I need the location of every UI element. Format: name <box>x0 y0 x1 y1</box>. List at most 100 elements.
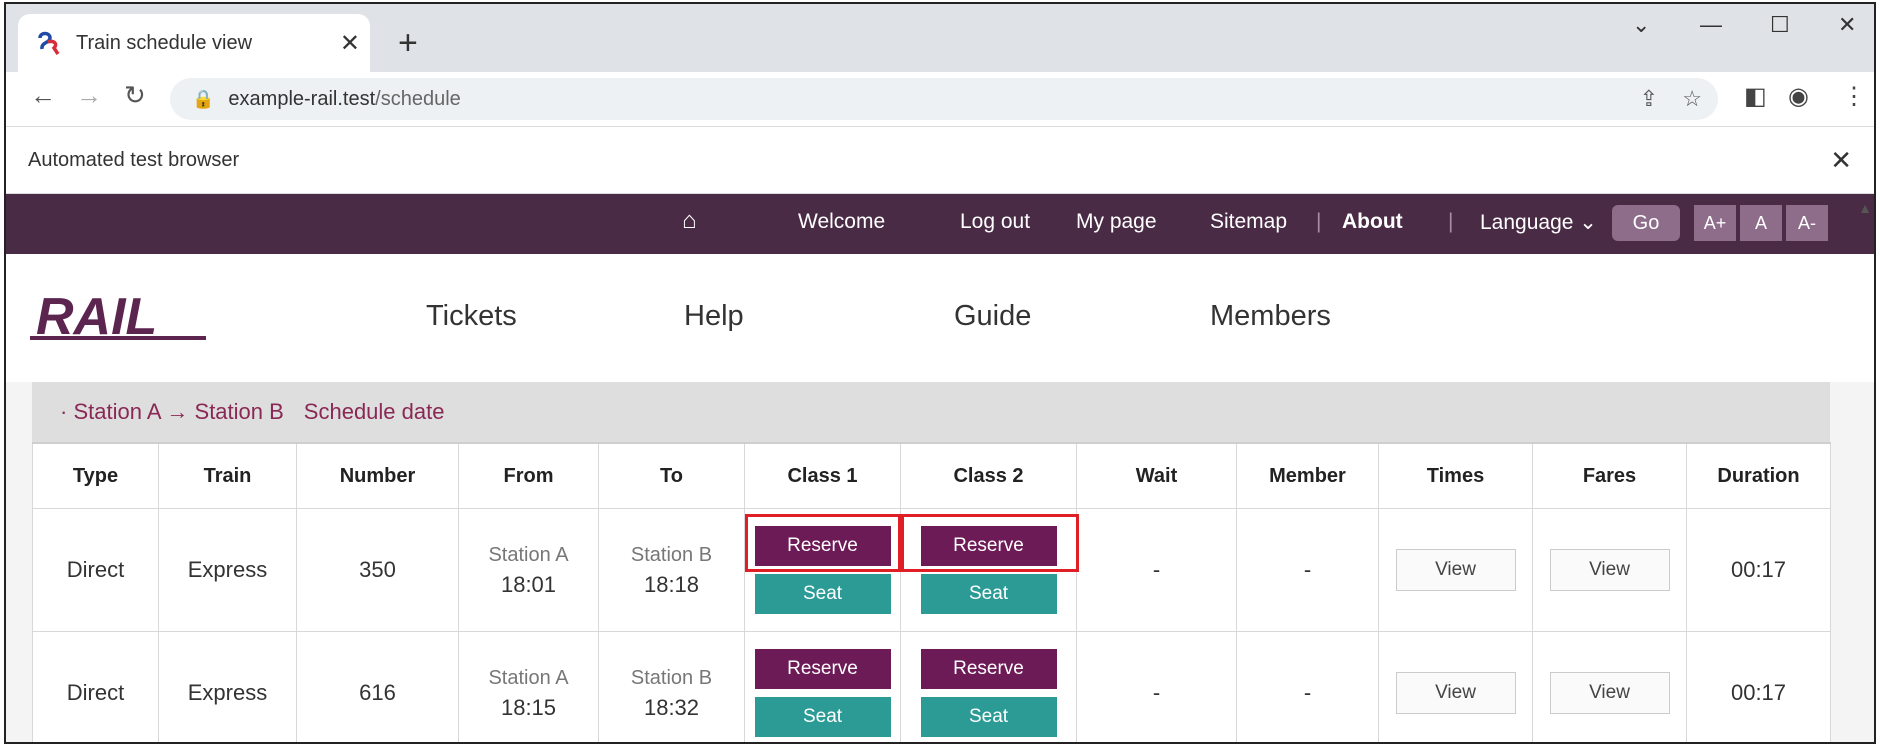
share-icon[interactable]: ⇪ <box>1640 86 1658 112</box>
site-topbar: ⌂ Welcome Log out My page Sitemap | Abou… <box>6 194 1874 254</box>
move-button[interactable]: Go <box>1612 205 1680 241</box>
column-header: Fares <box>1532 442 1687 509</box>
font-up-button[interactable]: A+ <box>1694 205 1736 241</box>
arrival-station: Station B <box>630 544 713 566</box>
logout-link[interactable]: Log out <box>960 210 1030 234</box>
train-category: Direct <box>32 508 159 632</box>
waitlist-cell: - <box>1076 508 1237 632</box>
route-path: · Station A → Station B <box>60 399 284 424</box>
column-header: From <box>458 442 599 509</box>
sidepanel-icon[interactable]: ◧ <box>1744 82 1767 111</box>
language-label: Language <box>1480 211 1574 234</box>
welcome-text: Welcome <box>798 210 886 233</box>
table-row: Direct Express 616 Station A 18:15 Stati… <box>32 631 1831 742</box>
home-icon[interactable]: ⌂ <box>682 207 697 235</box>
font-normal-button[interactable]: A <box>1740 205 1782 241</box>
special-reserve-button[interactable]: Reserve <box>754 526 891 566</box>
general-reserve-button[interactable]: Reserve <box>920 649 1057 689</box>
departure-time: 18:15 <box>500 695 557 720</box>
company-link[interactable]: About <box>1342 210 1403 234</box>
chevron-down-icon[interactable]: ⌄ <box>1632 12 1650 38</box>
address-bar[interactable]: 🔒 example-rail.test/schedule ⇪ ☆ <box>170 78 1718 120</box>
general-class-cell: Reserve Seat <box>900 631 1077 742</box>
column-header: Duration <box>1686 442 1831 509</box>
train-type: Express <box>158 631 297 742</box>
tab-strip: Train schedule view ✕ + ⌄ — ☐ ✕ <box>6 4 1874 72</box>
route-bar: · Station A → Station B Schedule date <box>32 382 1830 442</box>
special-class-cell: Reserve Seat <box>744 631 901 742</box>
column-header: Class 1 <box>744 442 901 509</box>
plus-icon[interactable]: + <box>398 24 418 63</box>
special-seat-select-button[interactable]: Seat <box>754 574 891 614</box>
reload-icon[interactable]: ↻ <box>124 80 146 111</box>
logo-text: RAIL <box>36 290 157 346</box>
logo[interactable]: RAIL <box>30 290 210 346</box>
general-seat-select-button[interactable]: Seat <box>920 574 1057 614</box>
arrival-station: Station B <box>630 667 713 689</box>
menu-icon[interactable]: ⋮ <box>1842 82 1866 111</box>
column-header: Times <box>1378 442 1533 509</box>
gnb-item[interactable]: Members <box>1210 300 1331 333</box>
url-host: example-rail.test <box>228 87 376 110</box>
profile-icon[interactable]: ◉ <box>1788 82 1809 111</box>
special-class-cell: Reserve Seat <box>744 508 901 632</box>
gnb-item[interactable]: Tickets <box>426 300 517 333</box>
scroll-up-arrow[interactable]: ▲ <box>1858 200 1872 216</box>
train-category: Direct <box>32 631 159 742</box>
close-window-icon[interactable]: ✕ <box>1838 12 1856 38</box>
url-path: /schedule <box>375 87 461 110</box>
sitemap-link[interactable]: Sitemap <box>1210 210 1287 234</box>
table-header-row: Type Train Number From To Class 1 Class … <box>32 442 1831 509</box>
column-header: Train <box>158 442 297 509</box>
departure-cell: Station A 18:15 <box>458 631 599 742</box>
train-type: Express <box>158 508 297 632</box>
schedule-view-cell: View <box>1378 631 1533 742</box>
schedule-view-button[interactable]: View <box>1395 549 1516 591</box>
back-icon[interactable]: ← <box>30 80 56 111</box>
route-date: Schedule date <box>303 399 445 424</box>
close-icon[interactable]: ✕ <box>340 29 360 58</box>
fare-view-cell: View <box>1532 631 1687 742</box>
arrival-time: 18:32 <box>643 695 700 720</box>
site-header: RAIL Tickets Help Guide Members <box>6 254 1874 383</box>
automation-notice: Automated test browser <box>28 148 240 171</box>
chevron-down-icon: ⌄ <box>1579 211 1597 234</box>
train-number: 616 <box>296 631 459 742</box>
mypage-link[interactable]: My page <box>1076 210 1157 234</box>
departure-station: Station A <box>488 667 569 689</box>
general-reserve-button[interactable]: Reserve <box>920 526 1057 566</box>
column-header: Member <box>1236 442 1379 509</box>
language-select[interactable]: Language ⌄ <box>1480 210 1597 235</box>
lock-icon[interactable]: 🔒 <box>192 89 214 110</box>
automation-infobar: Automated test browser ✕ <box>6 127 1874 194</box>
special-seat-select-button[interactable]: Seat <box>754 697 891 737</box>
departure-time: 18:01 <box>500 572 557 597</box>
maximize-icon[interactable]: ☐ <box>1770 12 1790 38</box>
close-icon[interactable]: ✕ <box>1830 145 1852 176</box>
gnb-item[interactable]: Help <box>684 300 744 333</box>
forward-icon[interactable]: → <box>76 80 102 111</box>
font-down-button[interactable]: A- <box>1786 205 1828 241</box>
duration-cell: 00:17 <box>1686 508 1831 632</box>
fare-view-button[interactable]: View <box>1549 549 1670 591</box>
schedule-view-button[interactable]: View <box>1395 672 1516 714</box>
column-header: Number <box>296 442 459 509</box>
browser-tab[interactable]: Train schedule view ✕ <box>18 14 370 72</box>
fare-view-button[interactable]: View <box>1549 672 1670 714</box>
gnb-item[interactable]: Guide <box>954 300 1031 333</box>
train-number: 350 <box>296 508 459 632</box>
arrival-cell: Station B 18:32 <box>598 631 745 742</box>
departure-station: Station A <box>488 544 569 566</box>
schedule-view-cell: View <box>1378 508 1533 632</box>
star-icon[interactable]: ☆ <box>1682 86 1702 112</box>
url-text: example-rail.test/schedule <box>228 88 460 111</box>
main-content: · Station A → Station B Schedule date Ty… <box>6 382 1874 742</box>
special-reserve-button[interactable]: Reserve <box>754 649 891 689</box>
waitlist-cell: - <box>1076 631 1237 742</box>
favicon <box>38 31 60 55</box>
general-class-cell: Reserve Seat <box>900 508 1077 632</box>
browser-window: Train schedule view ✕ + ⌄ — ☐ ✕ ← → ↻ 🔒 … <box>4 2 1876 744</box>
general-seat-select-button[interactable]: Seat <box>920 697 1057 737</box>
column-header: Wait <box>1076 442 1237 509</box>
minimize-icon[interactable]: — <box>1700 12 1722 38</box>
